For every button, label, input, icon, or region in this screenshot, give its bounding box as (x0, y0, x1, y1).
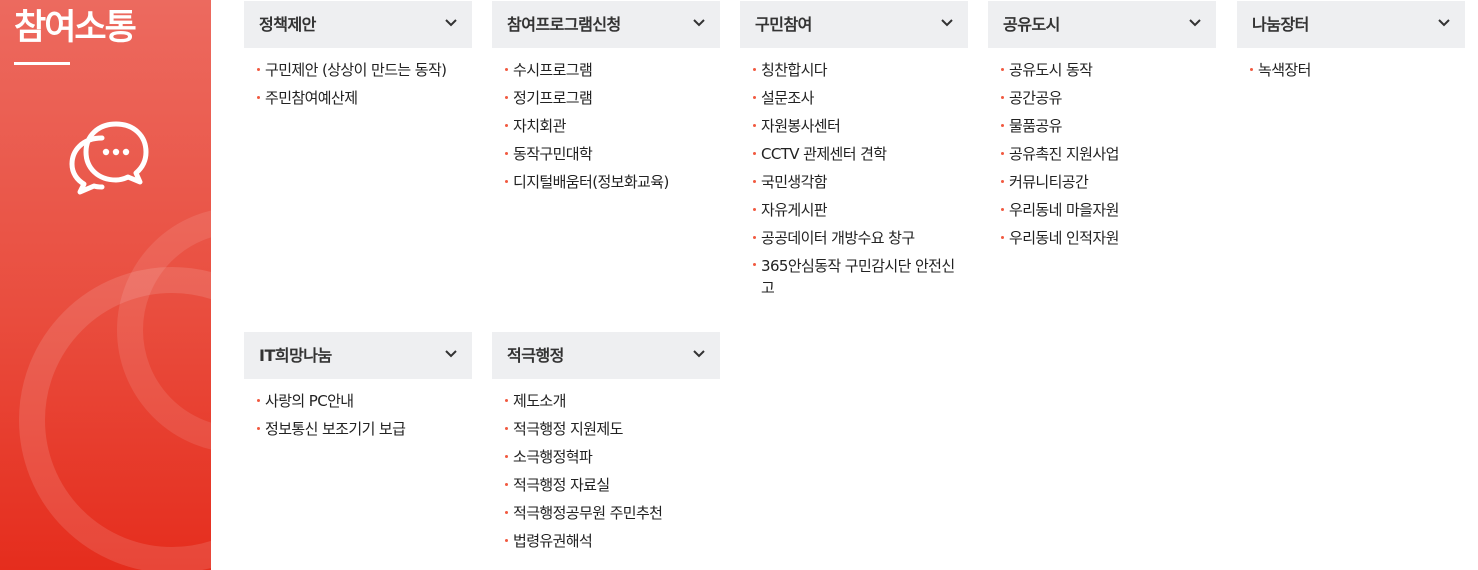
menu-link[interactable]: 수시프로그램 (503, 56, 731, 84)
chevron-down-icon (445, 19, 457, 27)
menu-header-sharing-city[interactable]: 공유도시 (988, 1, 1216, 48)
menu-header-it-hope-sharing[interactable]: IT희망나눔 (244, 332, 472, 379)
chevron-down-icon (941, 19, 953, 27)
menu-link[interactable]: 자치회관 (503, 112, 731, 140)
chat-bubbles-icon (69, 121, 149, 195)
menu-link[interactable]: 365안심동작 구민감시단 안전신고 (751, 252, 966, 299)
menu-link[interactable]: 우리동네 마을자원 (999, 196, 1227, 224)
menu-link[interactable]: 소극행정혁파 (503, 443, 731, 471)
chevron-down-icon (693, 350, 705, 358)
chevron-down-icon (1189, 19, 1201, 27)
menu-link[interactable]: 동작구민대학 (503, 140, 731, 168)
menu-link[interactable]: 자유게시판 (751, 196, 979, 224)
menu-link[interactable]: 자원봉사센터 (751, 112, 979, 140)
sidebar-banner: 참여소통 (0, 0, 211, 570)
section-title: 참여소통 (14, 8, 137, 48)
menu-link[interactable]: 공공데이터 개방수요 창구 (751, 224, 979, 252)
menu-link[interactable]: 제도소개 (503, 387, 731, 415)
menu-link[interactable]: 법령유권해석 (503, 527, 731, 555)
menu-link[interactable]: 적극행정 자료실 (503, 471, 731, 499)
menu-header-citizen-participation[interactable]: 구민참여 (740, 1, 968, 48)
menu-link[interactable]: 녹색장터 (1248, 56, 1476, 84)
menu-link[interactable]: 적극행정공무원 주민추천 (503, 499, 731, 527)
menu-link[interactable]: 우리동네 인적자원 (999, 224, 1227, 252)
menu-link[interactable]: CCTV 관제센터 견학 (751, 140, 979, 168)
menu-link[interactable]: 디지털배움터(정보화교육) (503, 168, 731, 196)
menu-link[interactable]: 정기프로그램 (503, 84, 731, 112)
menu-link[interactable]: 물품공유 (999, 112, 1227, 140)
menu-header-proactive-administration[interactable]: 적극행정 (492, 332, 720, 379)
menu-list-citizen-participation: 칭찬합시다 설문조사 자원봉사센터 CCTV 관제센터 견학 국민생각함 자유게… (751, 56, 979, 299)
menu-list-it-hope-sharing: 사랑의 PC안내 정보통신 보조기기 보급 (255, 387, 483, 443)
menu-link[interactable]: 설문조사 (751, 84, 979, 112)
menu-link[interactable]: 국민생각함 (751, 168, 979, 196)
menu-header-label: 구민참여 (755, 15, 812, 34)
menu-header-program-application[interactable]: 참여프로그램신청 (492, 1, 720, 48)
title-underline (14, 62, 70, 65)
decorative-rings (19, 210, 211, 570)
chevron-down-icon (445, 350, 457, 358)
menu-link[interactable]: 공유촉진 지원사업 (999, 140, 1227, 168)
menu-list-flea-market: 녹색장터 (1248, 56, 1476, 84)
menu-header-policy-proposal[interactable]: 정책제안 (244, 1, 472, 48)
menu-link[interactable]: 칭찬합시다 (751, 56, 979, 84)
chevron-down-icon (693, 19, 705, 27)
menu-link[interactable]: 적극행정 지원제도 (503, 415, 731, 443)
menu-list-policy-proposal: 구민제안 (상상이 만드는 동작) 주민참여예산제 (255, 56, 483, 112)
menu-header-label: 나눔장터 (1252, 15, 1309, 34)
menu-link[interactable]: 정보통신 보조기기 보급 (255, 415, 483, 443)
chevron-down-icon (1438, 19, 1450, 27)
menu-header-label: 정책제안 (259, 15, 316, 34)
menu-header-label: 참여프로그램신청 (507, 15, 621, 34)
menu-header-flea-market[interactable]: 나눔장터 (1237, 1, 1465, 48)
menu-header-label: 적극행정 (507, 346, 564, 365)
menu-link[interactable]: 커뮤니티공간 (999, 168, 1227, 196)
menu-list-sharing-city: 공유도시 동작 공간공유 물품공유 공유촉진 지원사업 커뮤니티공간 우리동네 … (999, 56, 1227, 252)
menu-link[interactable]: 공유도시 동작 (999, 56, 1227, 84)
menu-header-label: 공유도시 (1003, 15, 1060, 34)
menu-link[interactable]: 구민제안 (상상이 만드는 동작) (255, 56, 483, 84)
menu-header-label: IT희망나눔 (259, 346, 332, 365)
menu-link[interactable]: 주민참여예산제 (255, 84, 483, 112)
menu-list-proactive-administration: 제도소개 적극행정 지원제도 소극행정혁파 적극행정 자료실 적극행정공무원 주… (503, 387, 731, 555)
menu-link[interactable]: 공간공유 (999, 84, 1227, 112)
menu-list-program-application: 수시프로그램 정기프로그램 자치회관 동작구민대학 디지털배움터(정보화교육) (503, 56, 731, 196)
menu-link[interactable]: 사랑의 PC안내 (255, 387, 483, 415)
